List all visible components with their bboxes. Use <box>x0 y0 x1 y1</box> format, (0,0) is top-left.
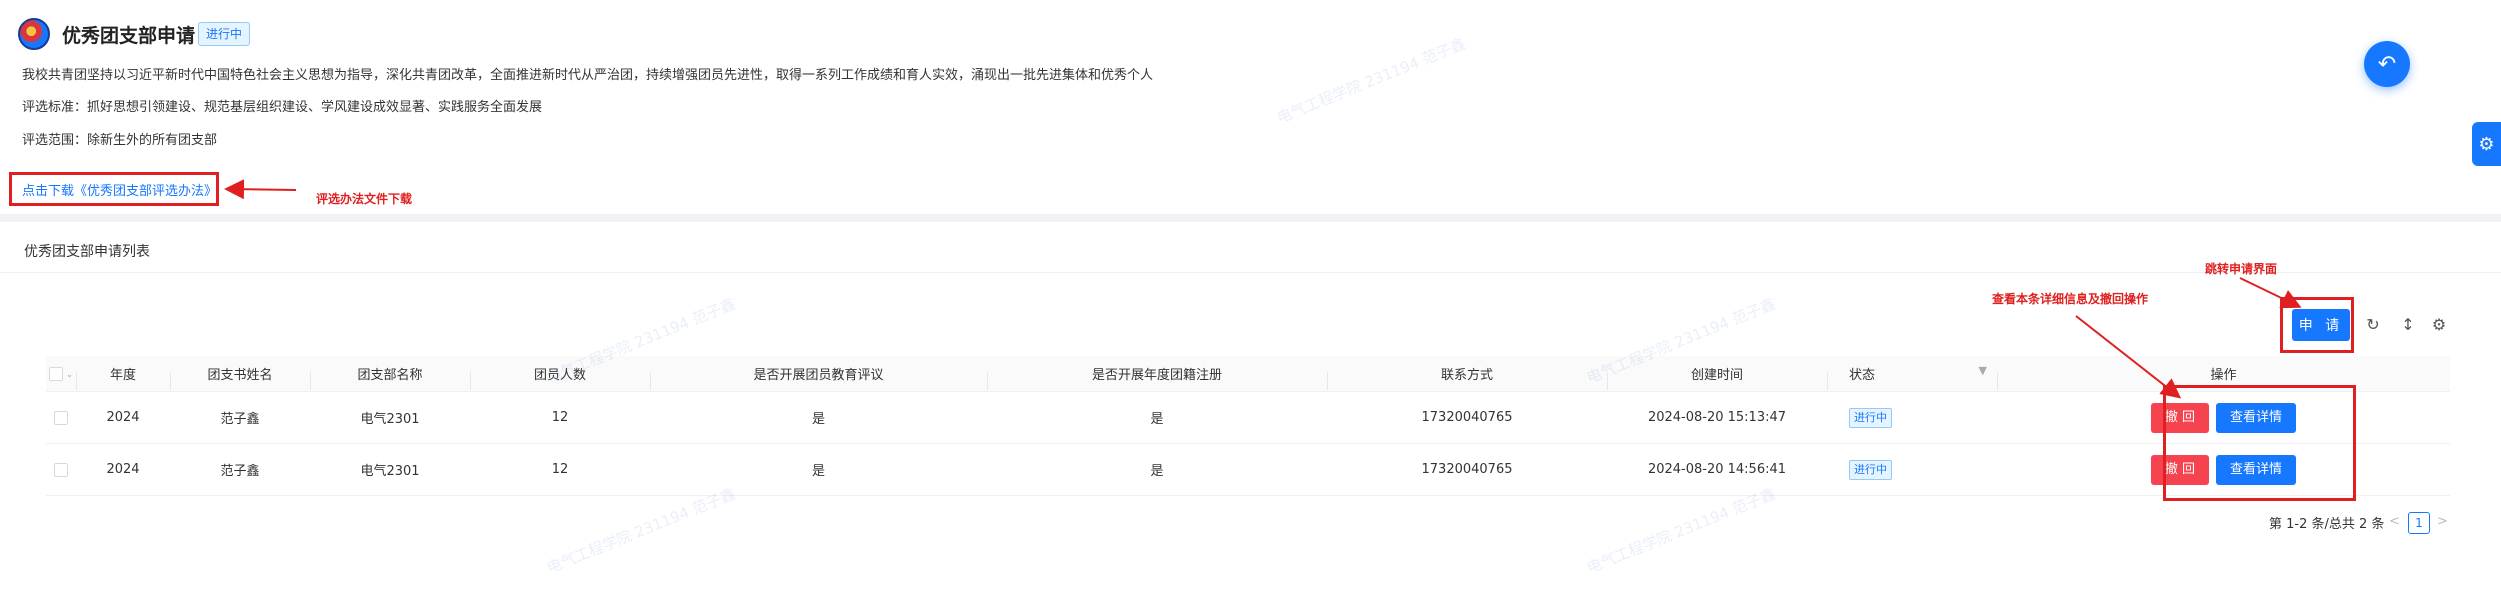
cell-phone: 17320040765 <box>1421 462 1513 477</box>
select-all-checkbox[interactable]: ⌄ <box>46 366 76 381</box>
cell-branch: 电气2301 <box>360 412 420 427</box>
criteria-text: 评选标准：抓好思想引领建设、规范基层组织建设、学风建设成效显著、实践服务全面发展 <box>22 100 543 115</box>
cell-annual-registration: 是 <box>1150 464 1164 479</box>
table-header: ⌄ 年度 团支书姓名 团支部名称 团员人数 是否开展团员教育评议 是否开展年度团… <box>46 356 2450 392</box>
column-status-label: 状态 <box>1849 368 1876 383</box>
cell-members: 12 <box>551 462 569 477</box>
apply-button[interactable]: 申 请 <box>2292 309 2350 341</box>
row-checkbox[interactable] <box>46 410 76 425</box>
pagination-prev-icon[interactable]: < <box>2389 514 2400 529</box>
youth-league-logo <box>18 18 50 50</box>
pagination-next-icon[interactable]: > <box>2437 514 2448 529</box>
download-link[interactable]: 点击下载《优秀团支部评选办法》 <box>22 180 217 199</box>
cell-secretary: 范子鑫 <box>220 412 260 427</box>
column-created[interactable]: 创建时间 <box>1607 364 1827 390</box>
application-table: ⌄ 年度 团支书姓名 团支部名称 团员人数 是否开展团员教育评议 是否开展年度团… <box>46 356 2450 496</box>
description-text: 我校共青团坚持以习近平新时代中国特色社会主义思想为指导，深化共青团改革，全面推进… <box>22 68 1154 83</box>
setting-icon[interactable]: ⚙ <box>2428 313 2450 335</box>
page-title: 优秀团支部申请 <box>62 25 196 47</box>
column-secretary[interactable]: 团支书姓名 <box>170 364 310 390</box>
column-education-review[interactable]: 是否开展团员教育评议 <box>650 364 987 390</box>
column-annual-registration[interactable]: 是否开展年度团籍注册 <box>987 364 1327 390</box>
cell-year: 2024 <box>106 462 140 477</box>
cell-education-review: 是 <box>811 412 825 427</box>
cell-annual-registration: 是 <box>1150 412 1164 427</box>
cell-members: 12 <box>551 410 569 425</box>
scope-text: 评选范围：除新生外的所有团支部 <box>22 133 218 148</box>
column-status[interactable]: 状态 ▼ <box>1827 364 1997 390</box>
row-status-badge: 进行中 <box>1849 459 1892 480</box>
column-phone[interactable]: 联系方式 <box>1327 364 1607 390</box>
cell-status: 进行中 <box>1827 407 1997 428</box>
reload-icon[interactable]: ↻ <box>2362 313 2384 335</box>
ops-annotation: 查看本条详细信息及撤回操作 <box>1992 292 2149 306</box>
cell-secretary: 范子鑫 <box>220 464 260 479</box>
cell-education-review: 是 <box>811 464 825 479</box>
apply-annotation: 跳转申请界面 <box>2205 262 2278 276</box>
status-badge: 进行中 <box>198 22 251 46</box>
cell-created: 2024-08-20 15:13:47 <box>1647 410 1787 425</box>
table-row: 2024 范子鑫 电气2301 12 是 是 17320040765 2024-… <box>46 392 2450 444</box>
row-status-badge: 进行中 <box>1849 407 1892 428</box>
filter-icon[interactable]: ▼ <box>1979 364 1987 377</box>
row-checkbox[interactable] <box>46 462 76 477</box>
cell-created: 2024-08-20 14:56:41 <box>1647 462 1787 477</box>
divider <box>0 272 2501 273</box>
pagination-page[interactable]: 1 <box>2408 512 2430 534</box>
return-icon[interactable]: ↶ <box>2364 41 2410 87</box>
cell-year: 2024 <box>106 410 140 425</box>
column-height-icon[interactable]: ↕ <box>2397 313 2419 335</box>
cell-status: 进行中 <box>1827 459 1997 480</box>
download-annotation: 评选办法文件下载 <box>316 192 413 206</box>
column-operations: 操作 <box>1997 364 2450 390</box>
column-branch[interactable]: 团支部名称 <box>310 364 470 390</box>
cell-phone: 17320040765 <box>1421 410 1513 425</box>
column-members[interactable]: 团员人数 <box>470 364 650 390</box>
list-title: 优秀团支部申请列表 <box>24 244 150 260</box>
pagination-total: 第 1-2 条/总共 2 条 <box>2269 517 2385 532</box>
ops-highlight-box <box>2163 385 2356 501</box>
cell-branch: 电气2301 <box>360 464 420 479</box>
column-year[interactable]: 年度 <box>76 364 170 390</box>
table-row: 2024 范子鑫 电气2301 12 是 是 17320040765 2024-… <box>46 444 2450 496</box>
gear-icon[interactable]: ⚙ <box>2472 122 2501 166</box>
